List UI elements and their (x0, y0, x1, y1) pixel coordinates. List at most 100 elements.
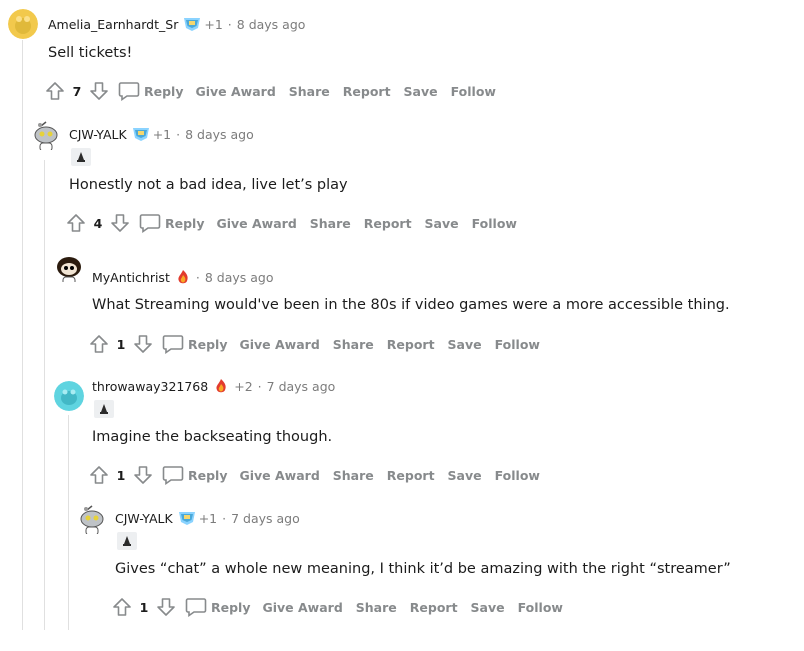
username[interactable]: MyAntichrist (92, 270, 170, 285)
share-button[interactable]: Share (356, 600, 397, 615)
yellow-snoo-icon (8, 9, 38, 39)
vote-count: 4 (93, 215, 103, 231)
separator-dot: · (176, 126, 181, 142)
username[interactable]: Amelia_Earnhardt_Sr (48, 17, 178, 32)
thread-line-level-1[interactable] (22, 40, 23, 630)
award-points: +1 (152, 126, 172, 142)
award-badge[interactable] (71, 148, 91, 166)
comment-body: What Streaming would've been in the 80s … (92, 297, 730, 313)
thread-line-level-2[interactable] (44, 160, 45, 630)
timestamp[interactable]: 8 days ago (185, 127, 254, 142)
vote-count: 1 (116, 336, 126, 352)
avatar[interactable] (54, 381, 84, 411)
comment-bubble-icon (162, 466, 184, 485)
grey-snoo-icon (34, 121, 58, 150)
follow-button[interactable]: Follow (495, 337, 540, 352)
avatar[interactable] (54, 252, 84, 282)
give-award-button[interactable]: Give Award (239, 468, 319, 483)
teal-snoo-icon (54, 381, 84, 411)
share-button[interactable]: Share (333, 468, 374, 483)
separator-dot: · (195, 269, 200, 285)
upvote-icon[interactable] (88, 333, 110, 355)
mod-flair-icon (132, 126, 149, 142)
username[interactable]: CJW-YALK (69, 127, 127, 142)
award-points: +1 (204, 16, 223, 32)
comment-bubble-icon (185, 598, 207, 617)
timestamp[interactable]: 7 days ago (267, 379, 336, 394)
report-button[interactable]: Report (387, 468, 435, 483)
save-button[interactable]: Save (448, 468, 482, 483)
avatar[interactable] (8, 9, 38, 39)
give-award-button[interactable]: Give Award (195, 84, 275, 99)
give-award-button[interactable]: Give Award (239, 337, 319, 352)
follow-button[interactable]: Follow (518, 600, 563, 615)
report-button[interactable]: Report (387, 337, 435, 352)
share-button[interactable]: Share (310, 216, 351, 231)
award-badge[interactable] (117, 532, 137, 550)
reply-button[interactable]: Reply (118, 81, 183, 101)
grey-snoo-icon (80, 505, 104, 534)
follow-button[interactable]: Follow (451, 84, 496, 99)
upvote-icon[interactable] (88, 464, 110, 486)
username[interactable]: throwaway321768 (92, 379, 208, 394)
save-button[interactable]: Save (471, 600, 505, 615)
share-button[interactable]: Share (333, 337, 374, 352)
downvote-icon[interactable] (155, 596, 177, 618)
report-button[interactable]: Report (364, 216, 412, 231)
fire-flair-icon (175, 269, 191, 285)
save-button[interactable]: Save (425, 216, 459, 231)
timestamp[interactable]: 8 days ago (205, 270, 274, 285)
comment-bubble-icon (139, 214, 161, 233)
comment-body: Gives “chat” a whole new meaning, I thin… (115, 561, 731, 577)
reply-label: Reply (211, 599, 251, 615)
upvote-icon[interactable] (65, 212, 87, 234)
mod-flair-icon (178, 510, 195, 526)
upvote-icon[interactable] (44, 80, 66, 102)
mod-flair-icon (183, 16, 201, 32)
dark-hair-snoo-icon (57, 257, 81, 282)
separator-dot: · (222, 510, 227, 526)
comment-body: Honestly not a bad idea, live let’s play (69, 177, 348, 193)
separator-dot: · (227, 16, 232, 32)
vote-count: 1 (139, 599, 149, 615)
avatar[interactable] (31, 120, 61, 150)
bell-award-icon (100, 404, 108, 414)
share-button[interactable]: Share (289, 84, 330, 99)
save-button[interactable]: Save (448, 337, 482, 352)
reply-button[interactable]: Reply (185, 597, 250, 617)
thread-line-level-3[interactable] (68, 415, 69, 630)
fire-flair-icon (213, 378, 229, 394)
downvote-icon[interactable] (109, 212, 131, 234)
downvote-icon[interactable] (132, 333, 154, 355)
timestamp[interactable]: 8 days ago (237, 17, 306, 32)
award-points: +2 (234, 378, 253, 394)
follow-button[interactable]: Follow (472, 216, 517, 231)
upvote-icon[interactable] (111, 596, 133, 618)
award-points: +1 (198, 510, 218, 526)
timestamp[interactable]: 7 days ago (231, 511, 300, 526)
report-button[interactable]: Report (410, 600, 458, 615)
comment-body: Sell tickets! (48, 45, 133, 61)
reply-button[interactable]: Reply (139, 213, 204, 233)
downvote-icon[interactable] (132, 464, 154, 486)
award-badge[interactable] (94, 400, 114, 418)
separator-dot: · (257, 378, 262, 394)
username[interactable]: CJW-YALK (115, 511, 173, 526)
reply-button[interactable]: Reply (162, 334, 227, 354)
comment-body: Imagine the backseating though. (92, 429, 333, 445)
save-button[interactable]: Save (404, 84, 438, 99)
vote-count: 1 (116, 467, 126, 483)
bell-award-icon (123, 536, 131, 546)
reply-button[interactable]: Reply (162, 465, 227, 485)
report-button[interactable]: Report (343, 84, 391, 99)
give-award-button[interactable]: Give Award (262, 600, 342, 615)
give-award-button[interactable]: Give Award (216, 216, 296, 231)
bell-award-icon (77, 152, 85, 162)
follow-button[interactable]: Follow (495, 468, 540, 483)
downvote-icon[interactable] (88, 80, 110, 102)
avatar[interactable] (77, 504, 107, 534)
reply-label: Reply (165, 215, 205, 231)
comment-bubble-icon (118, 82, 140, 101)
reply-label: Reply (188, 467, 228, 483)
vote-count: 7 (72, 83, 82, 99)
